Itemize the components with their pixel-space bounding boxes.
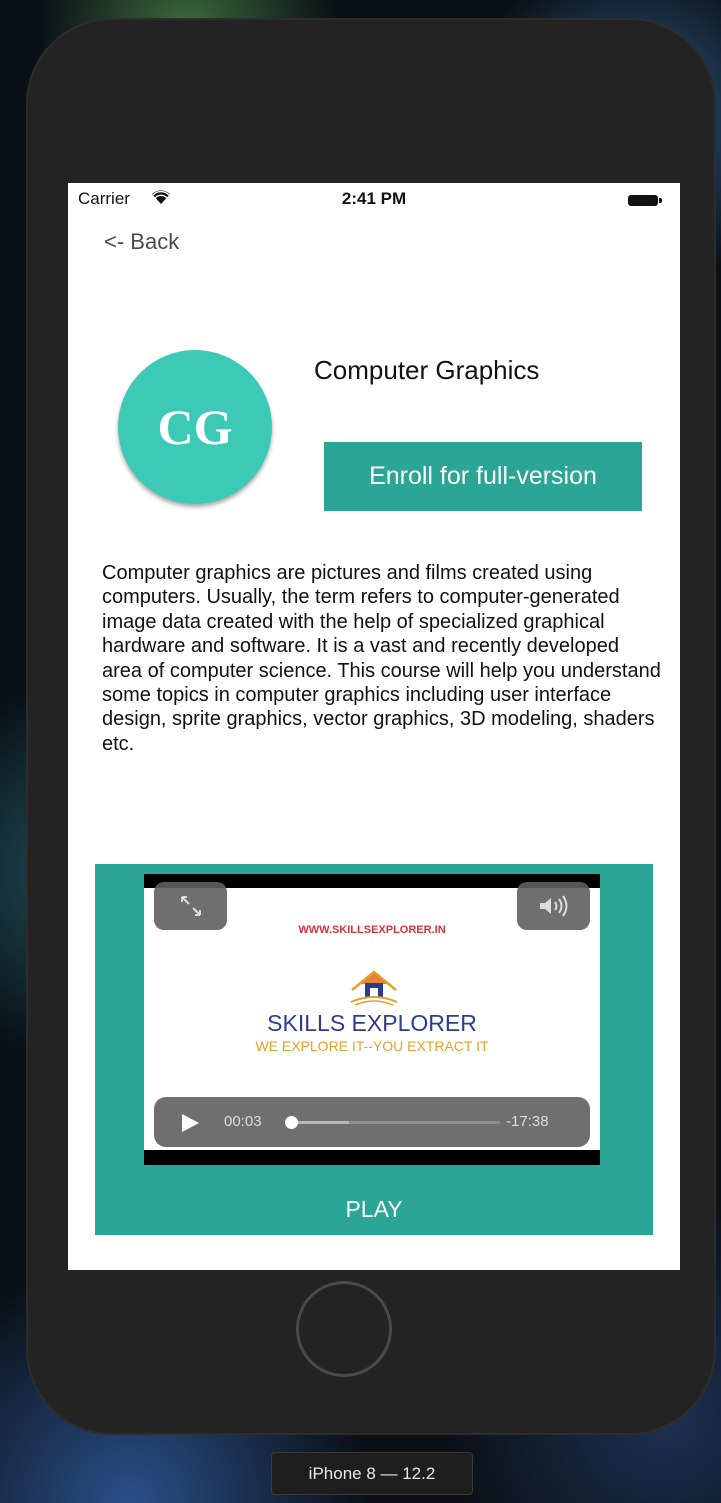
expand-icon: [180, 896, 201, 916]
volume-button[interactable]: [517, 882, 590, 930]
elapsed-time: 00:03: [224, 1113, 262, 1130]
video-brand-name: SKILLS EXPLORER: [267, 1010, 477, 1036]
video-player[interactable]: WWW.SKILLSEXPLORER.IN SKILLS EXPLORER WE…: [144, 874, 600, 1165]
video-panel: WWW.SKILLSEXPLORER.IN SKILLS EXPLORER WE…: [95, 864, 653, 1235]
home-button[interactable]: [296, 1281, 392, 1377]
battery-icon: [628, 195, 662, 206]
play-button[interactable]: PLAY: [95, 1196, 653, 1223]
remaining-time: -17:38: [506, 1113, 549, 1130]
scrub-buffer: [290, 1121, 349, 1124]
video-brand-tagline: WE EXPLORE IT--YOU EXTRACT IT: [255, 1038, 489, 1054]
house-icon: [350, 970, 398, 1006]
playback-controls: 00:03 -17:38: [154, 1097, 590, 1147]
course-title: Computer Graphics: [314, 355, 540, 385]
play-icon[interactable]: [180, 1113, 200, 1133]
status-bar: Carrier 2:41 PM: [68, 183, 680, 219]
scrub-bar[interactable]: [284, 1116, 500, 1129]
status-time: 2:41 PM: [341, 189, 407, 208]
speaker-icon: [539, 895, 567, 917]
enroll-button[interactable]: Enroll for full-version: [324, 442, 642, 511]
fullscreen-button[interactable]: [154, 882, 227, 930]
course-description: Computer graphics are pictures and films…: [102, 562, 661, 755]
app-screen: Carrier 2:41 PM <- Back CG Computer Grap…: [68, 183, 680, 1270]
simulator-device-label: iPhone 8 — 12.2: [271, 1452, 473, 1495]
scrub-handle[interactable]: [284, 1116, 298, 1129]
back-button[interactable]: <- Back: [104, 229, 179, 255]
course-avatar: CG: [118, 350, 272, 504]
